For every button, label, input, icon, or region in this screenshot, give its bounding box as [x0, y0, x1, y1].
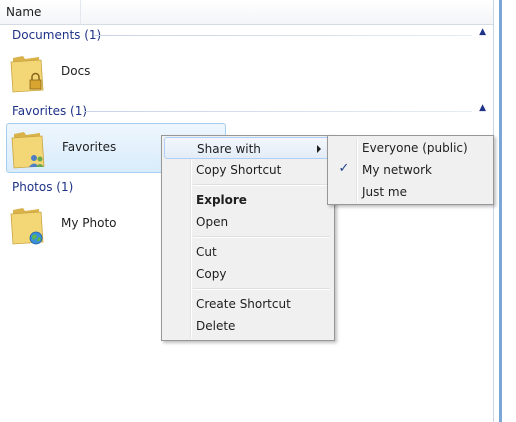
- menu-item-delete[interactable]: Delete: [164, 315, 330, 337]
- menu-item-create-shortcut[interactable]: Create Shortcut: [164, 293, 330, 315]
- menu-separator: [193, 288, 330, 290]
- collapse-chevron-icon[interactable]: ▲: [479, 103, 486, 113]
- column-header-name[interactable]: Name: [6, 5, 41, 19]
- menu-item-cut[interactable]: Cut: [164, 241, 330, 263]
- submenu-item-my-network[interactable]: ✓ My network: [330, 159, 489, 181]
- menu-item-explore[interactable]: Explore: [164, 189, 330, 211]
- menu-item-copy-shortcut[interactable]: Copy Shortcut: [164, 159, 330, 181]
- menu-separator: [193, 184, 330, 186]
- group-header-label: Favorites (1): [12, 104, 92, 118]
- folder-globe-icon: [10, 208, 44, 245]
- item-label: Docs: [61, 64, 91, 78]
- menu-item-label: Create Shortcut: [196, 297, 291, 311]
- submenu-item-everyone[interactable]: Everyone (public): [330, 137, 489, 159]
- menu-item-label: Copy Shortcut: [196, 163, 282, 177]
- share-with-submenu: Everyone (public) ✓ My network Just me: [327, 135, 494, 205]
- group-header-documents[interactable]: Documents (1) ▲: [12, 27, 486, 42]
- context-menu: Share with Copy Shortcut Explore Open Cu…: [161, 135, 335, 341]
- group-header-favorites[interactable]: Favorites (1) ▲: [12, 103, 486, 118]
- pane-divider: [493, 0, 494, 422]
- group-divider-line: [94, 35, 472, 36]
- group-header-label: Documents (1): [12, 28, 106, 42]
- menu-item-label: Just me: [362, 185, 407, 199]
- list-item-docs[interactable]: Docs: [6, 48, 224, 96]
- menu-item-label: Open: [196, 215, 229, 229]
- column-separator[interactable]: [80, 0, 81, 24]
- menu-item-label: Copy: [196, 267, 227, 281]
- menu-separator: [193, 236, 330, 238]
- menu-item-copy[interactable]: Copy: [164, 263, 330, 285]
- submenu-item-just-me[interactable]: Just me: [330, 181, 489, 203]
- group-divider-line: [84, 111, 472, 112]
- menu-item-label: Everyone (public): [362, 141, 468, 155]
- menu-item-share-with[interactable]: Share with: [164, 137, 330, 159]
- item-label: Favorites: [62, 140, 117, 154]
- column-header-bar: Name: [0, 0, 493, 25]
- folder-people-icon: [11, 132, 45, 169]
- menu-item-label: Cut: [196, 245, 217, 259]
- item-label: My Photo: [61, 216, 117, 230]
- group-header-label: Photos (1): [12, 180, 78, 194]
- submenu-arrow-icon: [317, 145, 321, 153]
- menu-item-label: Delete: [196, 319, 236, 333]
- menu-item-label: Share with: [197, 142, 261, 156]
- menu-item-label: My network: [362, 163, 433, 177]
- collapse-chevron-icon[interactable]: ▲: [479, 27, 486, 37]
- folder-lock-icon: [10, 56, 44, 93]
- menu-item-label: Explore: [196, 193, 247, 207]
- checkmark-icon: ✓: [338, 161, 350, 176]
- pane-edge: [502, 0, 516, 422]
- menu-item-open[interactable]: Open: [164, 211, 330, 233]
